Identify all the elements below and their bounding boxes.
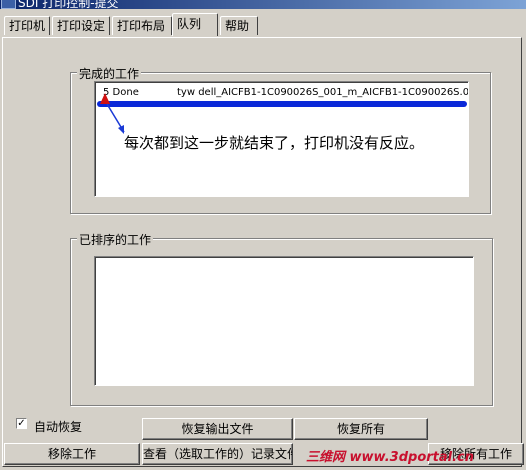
restore-output-button[interactable]: 恢复输出文件: [142, 418, 293, 440]
remove-job-button[interactable]: 移除工作: [4, 443, 140, 465]
watermark: 三维网 www.3dportal.cn: [306, 450, 475, 465]
view-log-button[interactable]: 查看（选取工作的）记录文件: [142, 443, 293, 465]
tab-queue[interactable]: 队列: [172, 13, 218, 36]
restore-all-button[interactable]: 恢复所有: [294, 418, 428, 440]
auto-restore-label: 自动恢复: [34, 420, 83, 434]
marker-triangle-icon: [100, 93, 110, 104]
sorted-jobs-list[interactable]: [94, 256, 474, 386]
sorted-jobs-label: 已排序的工作: [77, 231, 154, 248]
auto-restore-checkbox[interactable]: ✓: [16, 418, 27, 429]
annotation-text: 每次都到这一步就结束了，打印机没有反应。: [124, 134, 425, 152]
